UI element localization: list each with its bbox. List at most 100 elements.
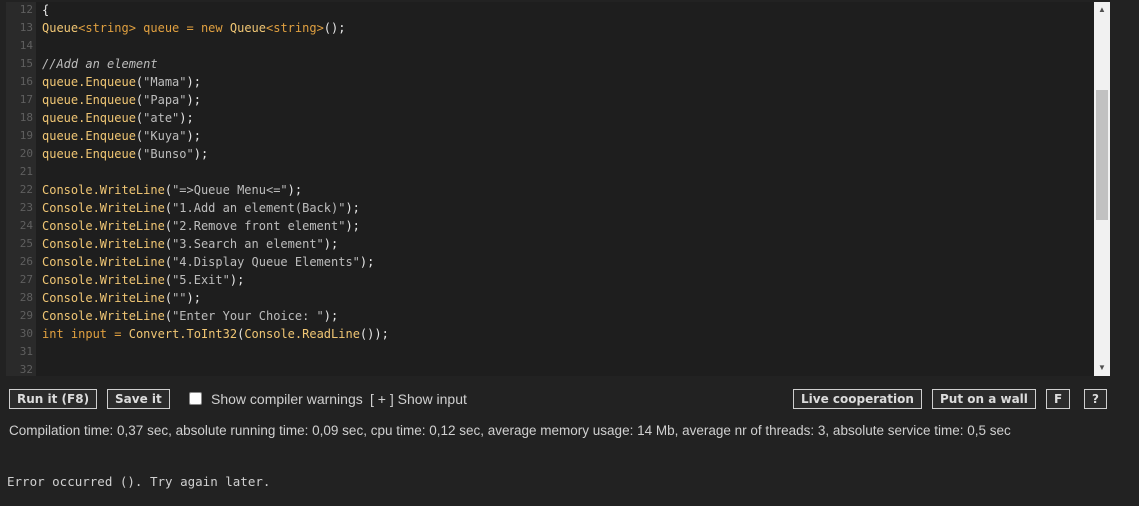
code-token: ); (186, 93, 201, 107)
code-text[interactable]: queue.Enqueue("ate"); (42, 109, 194, 127)
line-number: 30 (19, 327, 33, 340)
show-input-link[interactable]: [ + ] Show input (370, 389, 467, 409)
code-token: "Papa" (143, 93, 187, 107)
line-number: 27 (19, 273, 33, 286)
code-token: Console.WriteLine (42, 237, 165, 251)
compiler-warnings-label[interactable]: Show compiler warnings (211, 389, 363, 409)
code-lines[interactable]: 12 {13 Queue<string> queue = new Queue<str… (6, 2, 1094, 376)
code-line[interactable]: 15 //Add an element (6, 55, 1094, 73)
code-token: Console.WriteLine (42, 309, 165, 323)
scroll-up-icon[interactable]: ▲ (1094, 2, 1110, 18)
code-token: Queue (222, 21, 266, 35)
code-token: "ate" (143, 111, 180, 125)
compiler-warnings-checkbox[interactable] (189, 392, 202, 405)
code-text[interactable]: Console.WriteLine("3.Search an element")… (42, 235, 338, 253)
code-token: ); (186, 129, 201, 143)
code-line[interactable]: 25 Console.WriteLine("3.Search an element… (6, 235, 1094, 253)
code-token: ); (179, 111, 194, 125)
f-button[interactable]: F (1046, 389, 1071, 409)
line-number: 23 (19, 201, 33, 214)
code-line[interactable]: 12 { (6, 2, 1094, 19)
code-token: ( (164, 309, 173, 323)
code-text[interactable]: queue.Enqueue("Kuya"); (42, 127, 201, 145)
scroll-thumb[interactable] (1096, 90, 1108, 220)
line-number: 22 (19, 183, 33, 196)
scroll-down-icon[interactable]: ▼ (1094, 360, 1110, 376)
code-token: input = (63, 327, 129, 341)
code-line[interactable]: 17 queue.Enqueue("Papa"); (6, 91, 1094, 109)
code-text[interactable]: queue.Enqueue("Papa"); (42, 91, 201, 109)
code-token: queue.Enqueue (42, 111, 136, 125)
code-token: ); (345, 219, 360, 233)
code-line[interactable]: 16 queue.Enqueue("Mama"); (6, 73, 1094, 91)
editor-scrollbar[interactable]: ▲ ▼ (1094, 2, 1110, 376)
line-number: 25 (19, 237, 33, 250)
code-line[interactable]: 22 Console.WriteLine("=>Queue Menu<="); (6, 181, 1094, 199)
code-token: Console.WriteLine (42, 255, 165, 269)
code-token: ); (345, 201, 360, 215)
line-number: 31 (19, 345, 33, 358)
code-line[interactable]: 18 queue.Enqueue("ate"); (6, 109, 1094, 127)
code-line[interactable]: 30 int input = Convert.ToInt32(Console.Re… (6, 325, 1094, 343)
code-text[interactable]: Console.WriteLine("1.Add an element(Back… (42, 199, 360, 217)
code-text[interactable]: queue.Enqueue("Mama"); (42, 73, 201, 91)
code-text[interactable]: Console.WriteLine(""); (42, 289, 201, 307)
code-token: Console.WriteLine (42, 201, 165, 215)
code-token: "" (172, 291, 187, 305)
code-line[interactable]: 21 (6, 163, 1094, 181)
line-number: 17 (19, 93, 33, 106)
code-text[interactable]: Console.WriteLine("Enter Your Choice: ")… (42, 307, 338, 325)
code-line[interactable]: 28 Console.WriteLine(""); (6, 289, 1094, 307)
code-token: queue.Enqueue (42, 129, 136, 143)
code-text[interactable]: Console.WriteLine("4.Display Queue Eleme… (42, 253, 374, 271)
code-token: ( (164, 273, 173, 287)
code-line[interactable]: 27 Console.WriteLine("5.Exit"); (6, 271, 1094, 289)
save-button[interactable]: Save it (107, 389, 170, 409)
code-text[interactable]: Console.WriteLine("2.Remove front elemen… (42, 217, 360, 235)
live-cooperation-button[interactable]: Live cooperation (793, 389, 922, 409)
code-line[interactable]: 24 Console.WriteLine("2.Remove front elem… (6, 217, 1094, 235)
code-text[interactable]: //Add an element (42, 55, 158, 73)
help-button[interactable]: ? (1084, 389, 1107, 409)
code-text[interactable]: int input = Convert.ToInt32(Console.Read… (42, 325, 389, 343)
code-line[interactable]: 29 Console.WriteLine("Enter Your Choice: … (6, 307, 1094, 325)
code-token: "2.Remove front element" (172, 219, 346, 233)
code-token: ( (164, 237, 173, 251)
code-token: "Bunso" (143, 147, 194, 161)
code-token: ( (164, 201, 173, 215)
code-line[interactable]: 26 Console.WriteLine("4.Display Queue Ele… (6, 253, 1094, 271)
code-token: "Mama" (143, 75, 187, 89)
code-token: ); (229, 273, 245, 287)
line-number: 19 (19, 129, 33, 142)
code-token: Console.ReadLine (244, 327, 360, 341)
line-number: 24 (19, 219, 33, 232)
code-line[interactable]: 13 Queue<string> queue = new Queue<string… (6, 19, 1094, 37)
code-token: ); (359, 255, 375, 269)
line-number: 18 (19, 111, 33, 124)
code-token: Console.WriteLine (42, 219, 165, 233)
line-number: 20 (19, 147, 33, 160)
code-line[interactable]: 31 (6, 343, 1094, 361)
code-text[interactable]: Queue<string> queue = new Queue<string>(… (42, 19, 345, 37)
code-token: queue.Enqueue (42, 75, 136, 89)
code-token: ( (164, 183, 173, 197)
code-token: ); (323, 309, 339, 323)
code-text[interactable]: { (42, 2, 49, 19)
code-text[interactable]: queue.Enqueue("Bunso"); (42, 145, 208, 163)
code-token: queue.Enqueue (42, 147, 136, 161)
code-line[interactable]: 20 queue.Enqueue("Bunso"); (6, 145, 1094, 163)
code-line[interactable]: 23 Console.WriteLine("1.Add an element(Ba… (6, 199, 1094, 217)
code-text[interactable]: Console.WriteLine("=>Queue Menu<="); (42, 181, 302, 199)
code-line[interactable]: 32 (6, 361, 1094, 376)
code-token: { (42, 3, 50, 17)
code-line[interactable]: 14 (6, 37, 1094, 55)
run-button[interactable]: Run it (F8) (9, 389, 98, 409)
code-text[interactable]: Console.WriteLine("5.Exit"); (42, 271, 244, 289)
code-line[interactable]: 19 queue.Enqueue("Kuya"); (6, 127, 1094, 145)
line-number: 32 (19, 363, 33, 376)
code-editor[interactable]: 12 {13 Queue<string> queue = new Queue<str… (6, 2, 1110, 376)
code-token: (); (323, 21, 346, 35)
put-on-wall-button[interactable]: Put on a wall (932, 389, 1036, 409)
line-number: 12 (19, 3, 33, 16)
code-token: new (200, 21, 223, 35)
